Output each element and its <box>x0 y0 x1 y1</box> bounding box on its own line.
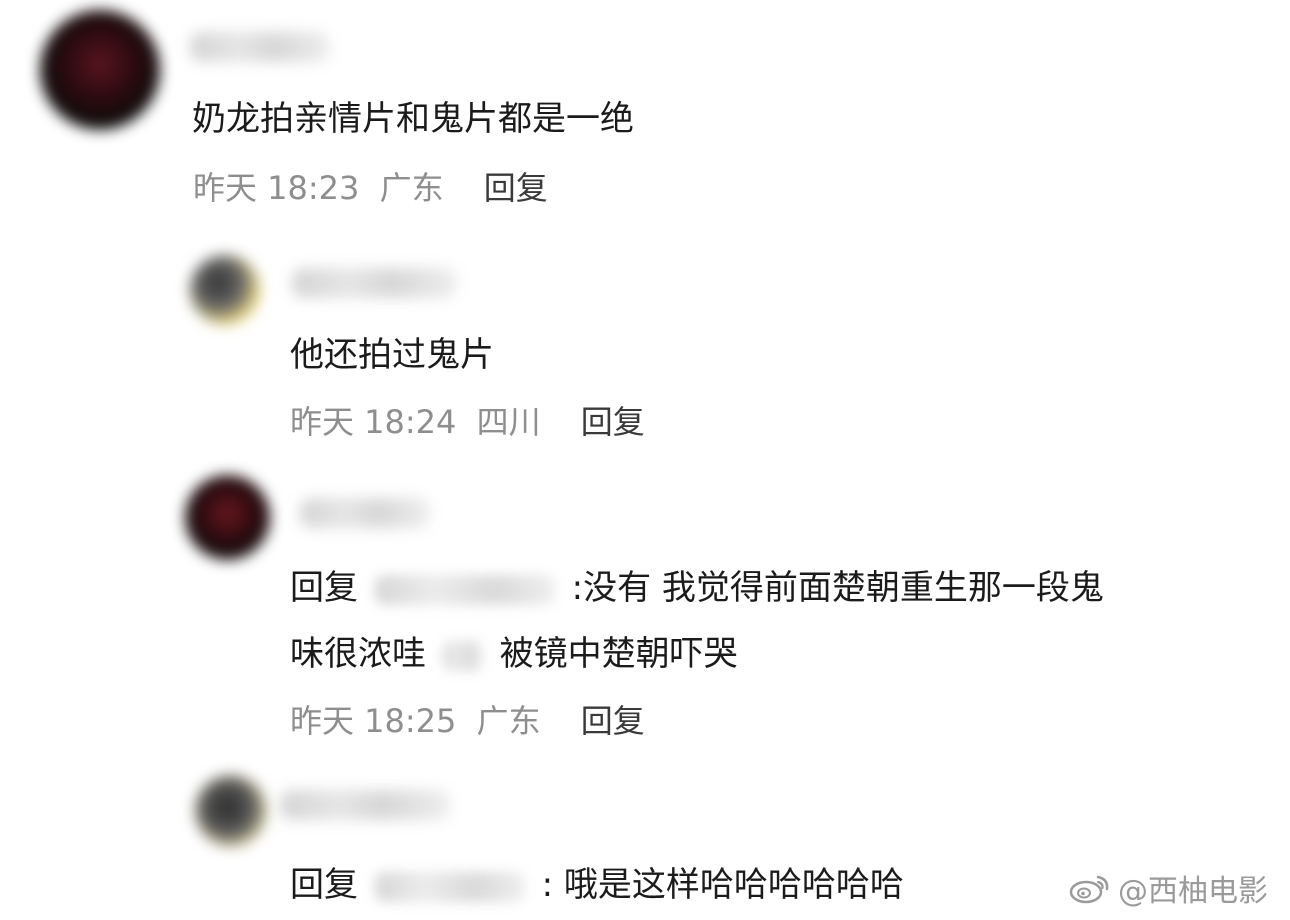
username-blurred[interactable] <box>300 498 430 528</box>
reply-prefix: 回复 <box>290 865 358 905</box>
watermark-text: @西柚电影 <box>1118 874 1268 909</box>
comment-location: 广东 <box>379 169 444 207</box>
comment-text: : 哦是这样哈哈哈哈哈哈 <box>541 865 904 905</box>
comment-location: 四川 <box>476 403 541 441</box>
comment-time: 昨天 18:23 <box>193 169 360 207</box>
avatar[interactable] <box>185 475 270 560</box>
avatar[interactable] <box>40 10 160 130</box>
avatar[interactable] <box>190 255 260 325</box>
comment-location: 广东 <box>476 702 541 740</box>
reply-button[interactable]: 回复 <box>484 169 548 207</box>
comment-meta: 昨天 18:23 广东 回复 <box>193 170 548 206</box>
comment-meta: 昨天 18:24 四川 回复 <box>290 404 645 440</box>
avatar[interactable] <box>195 775 267 847</box>
comment-text: :没有 我觉得前面楚朝重生那一段鬼 <box>571 568 1104 608</box>
mentioned-user-blurred[interactable] <box>374 574 555 605</box>
watermark: @西柚电影 <box>1068 866 1268 910</box>
mentioned-user-blurred[interactable] <box>374 871 525 902</box>
reply-button[interactable]: 回复 <box>581 403 645 441</box>
comment-text-line2: 味很浓哇 被镜中楚朝吓哭 <box>290 636 738 672</box>
comment-meta: 昨天 18:25 广东 回复 <box>290 703 645 739</box>
comment-text-part: 被镜中楚朝吓哭 <box>499 634 738 674</box>
reply-prefix: 回复 <box>290 568 358 608</box>
comment-text-part: 味很浓哇 <box>290 634 426 674</box>
comment-time: 昨天 18:24 <box>290 403 457 441</box>
comment-text: 奶龙拍亲情片和鬼片都是一绝 <box>192 99 634 139</box>
comment-text-line1: 回复 :没有 我觉得前面楚朝重生那一段鬼 <box>290 570 1104 606</box>
username-blurred[interactable] <box>280 790 450 820</box>
username-blurred[interactable] <box>190 32 330 62</box>
comment-text: 他还拍过鬼片 <box>290 335 494 375</box>
reply-button[interactable]: 回复 <box>581 702 645 740</box>
username-blurred[interactable] <box>292 268 457 298</box>
comment-time: 昨天 18:25 <box>290 702 457 740</box>
emoji-blurred <box>442 640 483 671</box>
weibo-icon <box>1069 875 1109 904</box>
comment-text-line1: 回复 : 哦是这样哈哈哈哈哈哈 <box>290 867 904 903</box>
